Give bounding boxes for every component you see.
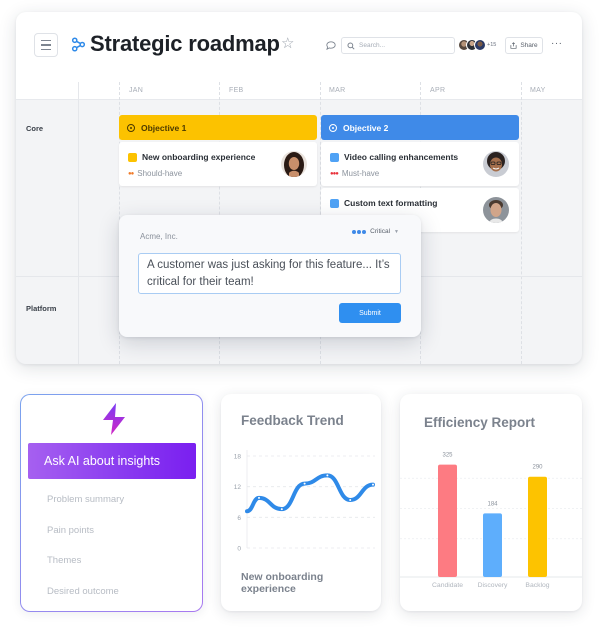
month-label: MAY (530, 87, 546, 94)
collaborators-count: +15 (487, 42, 497, 48)
priority-dots-icon: ●● (128, 170, 134, 177)
feedback-popup: Acme, Inc. Critical ▼ A customer was jus… (119, 215, 421, 337)
data-point (280, 508, 283, 511)
collaborator-avatars[interactable]: +15 (458, 39, 496, 51)
bar-value-label: 290 (532, 465, 543, 471)
lightning-icon (103, 403, 125, 435)
feature-priority: ●●● Must-have (330, 169, 380, 178)
assignee-avatar (483, 151, 509, 177)
feature-title: Custom text formatting (344, 198, 438, 208)
feature-color-swatch (128, 153, 137, 162)
submit-button[interactable]: Submit (339, 303, 401, 323)
x-tick-label: Candidate (432, 582, 463, 589)
y-tick-label: 0 (237, 546, 241, 553)
data-point (303, 482, 306, 485)
data-point (372, 483, 374, 486)
share-label: Share (520, 42, 538, 49)
timeline-months: JAN FEB MAR APR MAY (16, 82, 582, 100)
objective-label: Objective 2 (343, 122, 389, 133)
roadmap-icon (71, 37, 86, 52)
search-box[interactable] (341, 37, 455, 54)
month-label: MAR (329, 87, 346, 94)
ask-ai-button[interactable]: Ask AI about insights (28, 443, 196, 479)
chart-title: Efficiency Report (424, 415, 536, 430)
bar-candidate (438, 464, 457, 577)
priority-dropdown[interactable]: Critical ▼ (352, 228, 399, 235)
ai-suggestion-item[interactable]: Problem summary (47, 494, 124, 505)
feedback-textarea[interactable]: A customer was just asking for this feat… (138, 253, 401, 294)
feature-color-swatch (330, 153, 339, 162)
ai-insights-card: Ask AI about insights Problem summary Pa… (20, 394, 203, 612)
x-tick-label: Backlog (525, 582, 549, 589)
feature-title: New onboarding experience (142, 152, 256, 162)
comment-icon[interactable] (326, 41, 336, 50)
search-icon (347, 41, 355, 50)
page-title: Strategic roadmap (90, 31, 280, 56)
bar-backlog (528, 476, 547, 577)
more-options-button[interactable]: ··· (551, 38, 563, 49)
feedback-trend-card: Feedback Trend 0 6 12 18 New onboarding exp… (221, 394, 381, 611)
ai-suggestion-item[interactable]: Themes (47, 555, 81, 566)
bar-value-label: 325 (442, 453, 453, 459)
efficiency-report-card: Efficiency Report 325 Candidate 184 Discove… (400, 394, 582, 611)
month-label: APR (430, 87, 446, 94)
priority-value: Critical (370, 228, 391, 235)
feature-priority: ●● Should-have (128, 169, 183, 178)
share-button[interactable]: Share (505, 37, 543, 54)
trend-line (245, 473, 375, 514)
feature-title: Video calling enhancements (344, 152, 459, 162)
avatar (474, 39, 486, 51)
hamburger-icon (41, 39, 51, 42)
priority-dots-icon: ●●● (330, 170, 339, 177)
month-label: JAN (129, 87, 144, 94)
customer-name: Acme, Inc. (140, 232, 178, 241)
y-tick-label: 6 (237, 515, 241, 522)
star-icon[interactable]: ☆ (281, 34, 294, 52)
feature-card[interactable]: Video calling enhancements ●●● Must-have (321, 142, 519, 186)
bar-value-label: 184 (487, 501, 498, 507)
assignee-avatar (281, 151, 307, 177)
objective-bar-2[interactable]: Objective 2 (321, 115, 519, 140)
y-tick-label: 12 (234, 484, 242, 491)
feature-card[interactable]: New onboarding experience ●● Should-have (119, 142, 317, 186)
data-point (258, 496, 260, 499)
roadmap-header: Strategic roadmap ☆ +15 Share ··· (16, 12, 582, 82)
ai-suggestion-item[interactable]: Desired outcome (47, 586, 119, 597)
assignee-avatar (483, 197, 509, 223)
feature-color-swatch (330, 199, 339, 208)
row-label-platform: Platform (26, 304, 57, 313)
objective-icon (127, 123, 135, 132)
chart-title: Feedback Trend (241, 413, 344, 428)
menu-button[interactable] (34, 33, 58, 57)
share-icon (510, 42, 517, 49)
objective-icon (329, 123, 337, 132)
x-tick-label: Discovery (478, 582, 508, 589)
y-tick-label: 18 (234, 454, 242, 461)
data-point (326, 474, 329, 477)
data-point (349, 498, 352, 501)
roadmap-panel: Strategic roadmap ☆ +15 Share ··· (16, 12, 582, 364)
row-label-core: Core (26, 124, 44, 133)
objective-label: Objective 1 (141, 122, 187, 133)
chart-subtitle: New onboarding experience (241, 571, 324, 595)
ai-suggestion-item[interactable]: Pain points (47, 525, 94, 536)
month-label: FEB (229, 87, 244, 94)
chevron-down-icon: ▼ (394, 228, 399, 235)
search-input[interactable] (359, 42, 449, 49)
bar-discovery (483, 513, 502, 577)
objective-bar-1[interactable]: Objective 1 (119, 115, 317, 140)
priority-dots-icon (352, 229, 367, 234)
efficiency-bar-chart: 325 Candidate 184 Discovery 290 Backlog (400, 453, 582, 589)
